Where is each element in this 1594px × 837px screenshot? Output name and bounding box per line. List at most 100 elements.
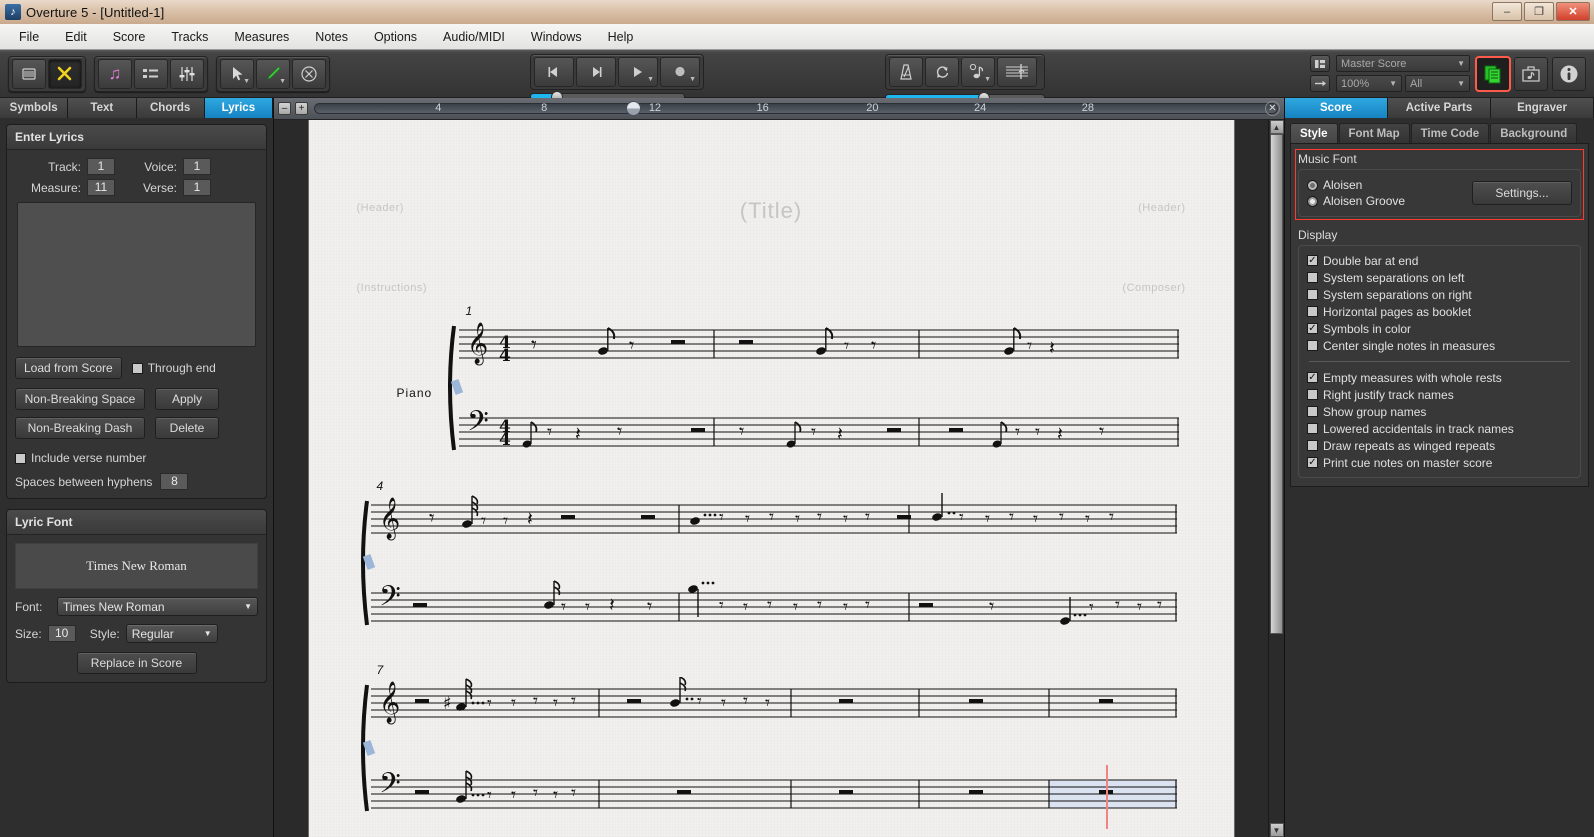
checkbox-draw-winged-repeats[interactable] [1307, 440, 1318, 451]
menu-tracks[interactable]: Tracks [158, 27, 221, 47]
music-system-2[interactable]: 𝄞 𝄢 𝄾 𝄾 𝄾 𝄽 𝄾 𝄾 [309, 493, 1234, 648]
menu-notes[interactable]: Notes [302, 27, 361, 47]
voice-value[interactable]: 1 [183, 158, 211, 175]
radio-aloisen[interactable] [1307, 180, 1318, 191]
non-breaking-space-button[interactable]: Non-Breaking Space [15, 388, 145, 410]
staff-setup-icon[interactable] [997, 57, 1037, 87]
measure-ruler[interactable]: 4 8 12 16 20 24 28 [314, 103, 1278, 114]
rewind-button[interactable] [534, 57, 574, 87]
radio-aloisen-groove[interactable] [1307, 196, 1318, 207]
menu-measures[interactable]: Measures [221, 27, 302, 47]
track-value[interactable]: 1 [87, 158, 115, 175]
through-end-checkbox[interactable] [132, 363, 143, 374]
pencil-icon[interactable]: ▼ [256, 59, 290, 89]
include-verse-number-row[interactable]: Include verse number [15, 451, 258, 465]
checkbox-empty-measures-whole-rests[interactable] [1307, 372, 1318, 383]
goto-arrow-icon[interactable] [1310, 75, 1330, 92]
metronome-icon[interactable] [889, 57, 923, 87]
non-breaking-dash-button[interactable]: Non-Breaking Dash [15, 417, 145, 439]
tab-chords[interactable]: Chords [137, 98, 205, 118]
track-list-icon[interactable] [134, 59, 168, 89]
verse-value[interactable]: 1 [183, 179, 211, 196]
through-end-row[interactable]: Through end [132, 361, 216, 375]
radio-aloisen-row[interactable]: Aloisen [1307, 178, 1472, 192]
option-symbols-in-color[interactable]: Symbols in color [1307, 320, 1572, 337]
option-right-justify-track-names[interactable]: Right justify track names [1307, 386, 1572, 403]
apply-button[interactable]: Apply [155, 388, 219, 410]
checkbox-print-cue-notes[interactable] [1307, 457, 1318, 468]
playhead-marker[interactable] [626, 101, 641, 116]
parts-select[interactable]: All ▼ [1405, 75, 1470, 92]
checkbox-horizontal-pages-booklet[interactable] [1307, 306, 1318, 317]
checkbox-lowered-accidentals[interactable] [1307, 423, 1318, 434]
checkbox-symbols-in-color[interactable] [1307, 323, 1318, 334]
page-view-icon[interactable] [12, 59, 46, 89]
checkbox-center-single-notes[interactable] [1307, 340, 1318, 351]
tab-active-parts[interactable]: Active Parts [1388, 98, 1491, 118]
subtab-font-map[interactable]: Font Map [1339, 123, 1410, 143]
option-double-bar-at-end[interactable]: Double bar at end [1307, 252, 1572, 269]
tab-symbols[interactable]: Symbols [0, 98, 68, 118]
menu-edit[interactable]: Edit [52, 27, 100, 47]
loop-icon[interactable] [925, 57, 959, 87]
select-arrow-icon[interactable]: ▼ [220, 59, 254, 89]
load-from-score-button[interactable]: Load from Score [15, 357, 122, 379]
checkbox-system-separations-right[interactable] [1307, 289, 1318, 300]
eraser-icon[interactable] [292, 59, 326, 89]
checkbox-double-bar-at-end[interactable] [1307, 255, 1318, 266]
scroll-up-arrow[interactable]: ▲ [1270, 120, 1284, 134]
subtab-time-code[interactable]: Time Code [1411, 123, 1490, 143]
checkbox-system-separations-left[interactable] [1307, 272, 1318, 283]
replace-in-score-button[interactable]: Replace in Score [77, 652, 197, 674]
menu-options[interactable]: Options [361, 27, 430, 47]
music-system-3[interactable]: 𝄞 𝄢 ♯ 𝄾 𝄾 𝄾 𝄾 𝄾 [309, 677, 1234, 832]
option-show-group-names[interactable]: Show group names [1307, 403, 1572, 420]
tab-text[interactable]: Text [68, 98, 136, 118]
size-value[interactable]: 10 [48, 625, 76, 642]
composer-placeholder[interactable]: (Composer) [1122, 282, 1185, 294]
option-empty-measures-whole-rests[interactable]: Empty measures with whole rests [1307, 369, 1572, 386]
music-system-1[interactable]: 𝄞 𝄢 4 4 4 4 𝄾 𝄾 𝄾 [309, 318, 1234, 478]
delete-button[interactable]: Delete [155, 417, 219, 439]
menu-help[interactable]: Help [595, 27, 647, 47]
option-system-separations-left[interactable]: System separations on left [1307, 269, 1572, 286]
include-verse-number-checkbox[interactable] [15, 453, 26, 464]
tab-lyrics[interactable]: Lyrics [205, 98, 273, 118]
zoom-out-button[interactable]: – [278, 102, 291, 115]
minimize-button[interactable]: – [1492, 2, 1522, 21]
style-select[interactable]: Regular ▼ [126, 624, 218, 643]
checkbox-show-group-names[interactable] [1307, 406, 1318, 417]
close-button[interactable]: ✕ [1556, 2, 1590, 21]
radio-aloisen-groove-row[interactable]: Aloisen Groove [1307, 194, 1472, 208]
score-page[interactable]: (Header) (Header) (Title) (Instructions)… [309, 120, 1234, 837]
menu-score[interactable]: Score [100, 27, 159, 47]
instrument-case-button[interactable] [1514, 57, 1548, 91]
info-button[interactable] [1552, 57, 1586, 91]
spaces-between-hyphens-value[interactable]: 8 [160, 473, 188, 490]
menu-windows[interactable]: Windows [518, 27, 595, 47]
layout-icon[interactable] [1310, 55, 1330, 72]
music-font-settings-button[interactable]: Settings... [1472, 181, 1572, 205]
header-left-placeholder[interactable]: (Header) [357, 202, 404, 214]
option-lowered-accidentals[interactable]: Lowered accidentals in track names [1307, 420, 1572, 437]
option-draw-winged-repeats[interactable]: Draw repeats as winged repeats [1307, 437, 1572, 454]
option-center-single-notes[interactable]: Center single notes in measures [1307, 337, 1572, 354]
font-select[interactable]: Times New Roman ▼ [57, 597, 258, 616]
quantize-note-icon[interactable]: ▼ [961, 57, 995, 87]
vertical-scrollbar[interactable]: ▲ ▼ [1268, 120, 1284, 837]
zoom-select[interactable]: 100% ▼ [1336, 75, 1402, 92]
header-right-placeholder[interactable]: (Header) [1138, 202, 1185, 214]
menu-file[interactable]: File [6, 27, 52, 47]
restore-button[interactable]: ❐ [1524, 2, 1554, 21]
option-print-cue-notes[interactable]: Print cue notes on master score [1307, 454, 1572, 471]
close-score-window-icon[interactable]: ✕ [1265, 101, 1280, 116]
option-system-separations-right[interactable]: System separations on right [1307, 286, 1572, 303]
zoom-in-button[interactable]: + [295, 102, 308, 115]
option-horizontal-pages-booklet[interactable]: Horizontal pages as booklet [1307, 303, 1572, 320]
measure-value[interactable]: 11 [87, 179, 115, 196]
title-placeholder[interactable]: (Title) [740, 198, 802, 224]
checkbox-right-justify-track-names[interactable] [1307, 389, 1318, 400]
subtab-background[interactable]: Background [1490, 123, 1577, 143]
forward-button[interactable] [576, 57, 616, 87]
subtab-style[interactable]: Style [1290, 123, 1338, 143]
